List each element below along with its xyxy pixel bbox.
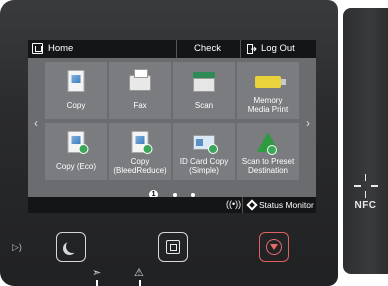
data-indicator-icon: ➣ <box>92 267 102 279</box>
tile-label: Scan to Preset Destination <box>241 157 295 175</box>
copy-icon <box>67 70 85 92</box>
moon-icon <box>66 240 79 253</box>
status-monitor-button[interactable]: Status Monitor <box>242 197 316 213</box>
page-title: Home <box>48 43 74 54</box>
tile-scan[interactable]: Scan <box>173 62 235 119</box>
status-monitor-label: Status Monitor <box>259 200 314 210</box>
bleed-badge-icon <box>142 144 153 154</box>
tile-copy-bleedreduce[interactable]: Copy (BleedReduce) <box>109 123 171 180</box>
nfc-icon <box>353 174 378 198</box>
home-icon <box>166 240 180 254</box>
tile-label: Copy (Eco) <box>55 162 96 171</box>
tile-label: ID Card Copy (Simple) <box>179 157 229 175</box>
error-indicator-icon: ⚠ <box>134 267 144 279</box>
tile-memory-media-print[interactable]: Memory Media Print <box>237 62 299 119</box>
nfc-mark[interactable]: NFC <box>343 174 388 211</box>
app-grid: ‹ › Copy Fax Scan Memory Media Print Copy… <box>28 58 316 200</box>
stop-button[interactable] <box>259 232 289 262</box>
prev-page-arrow[interactable]: ‹ <box>30 116 42 130</box>
tile-copy-eco[interactable]: Copy (Eco) <box>45 123 107 180</box>
home-button[interactable] <box>158 232 188 262</box>
tile-fax[interactable]: Fax <box>109 62 171 119</box>
tile-copy[interactable]: Copy <box>45 62 107 119</box>
home-icon <box>32 43 43 54</box>
status-bar: ((•)) Status Monitor <box>28 197 316 213</box>
scan-icon <box>193 70 215 92</box>
nfc-panel <box>343 8 388 274</box>
fax-icon <box>129 69 151 91</box>
touch-screen: Home Check Counter Log Out ‹ › Copy Fax … <box>28 40 316 213</box>
tile-label: Copy <box>66 101 86 110</box>
status-monitor-icon <box>246 199 258 211</box>
check-counter-button[interactable]: Check Counter <box>176 40 238 72</box>
copy-bleed-icon <box>131 131 153 154</box>
preset-badge-icon <box>267 145 277 155</box>
copy-eco-icon <box>67 131 89 154</box>
speaker-icon: ▷) <box>12 242 22 252</box>
logout-icon <box>247 44 257 54</box>
tile-label: Memory Media Print <box>247 96 289 114</box>
tile-label: Fax <box>133 101 147 110</box>
error-indicator-led <box>139 280 141 286</box>
tile-id-card-copy[interactable]: ID Card Copy (Simple) <box>173 123 235 180</box>
logout-label: Log Out <box>261 43 295 54</box>
data-indicator-led <box>96 280 98 286</box>
nfc-label: NFC <box>354 200 377 211</box>
memory-media-icon <box>255 70 286 88</box>
eco-badge-icon <box>78 144 89 154</box>
next-page-arrow[interactable]: › <box>302 116 314 130</box>
stop-icon <box>266 239 282 255</box>
energy-saver-button[interactable] <box>56 232 86 262</box>
tile-label: Scan <box>194 101 214 110</box>
logout-button[interactable]: Log Out <box>240 40 316 58</box>
header-bar: Home Check Counter Log Out <box>28 40 316 72</box>
home-title: Home <box>32 43 73 54</box>
id-badge-icon <box>208 144 218 154</box>
id-card-icon <box>193 131 218 154</box>
tile-scan-to-preset[interactable]: Scan to Preset Destination <box>237 123 299 180</box>
tile-label: Copy (BleedReduce) <box>113 157 167 175</box>
wireless-icon: ((•)) <box>226 199 242 209</box>
scan-preset-icon <box>257 131 279 155</box>
